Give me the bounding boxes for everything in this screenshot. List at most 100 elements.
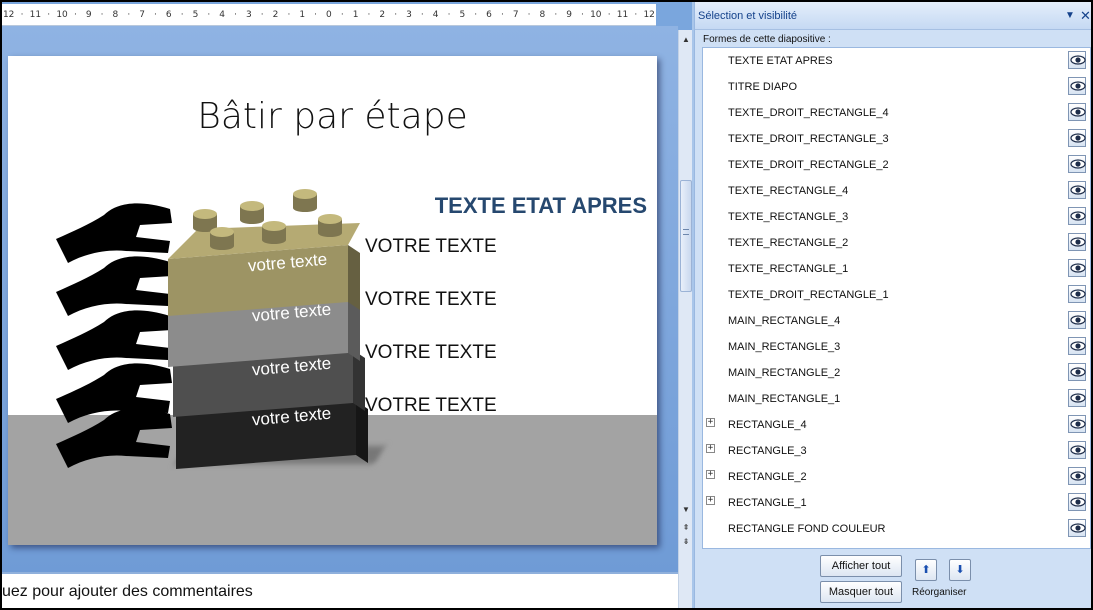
hand-silhouette	[56, 203, 172, 263]
ruler-tick: 6	[165, 10, 172, 20]
shape-row[interactable]: + RECTANGLE_3	[703, 438, 1089, 464]
ruler-tick: ·	[287, 10, 291, 20]
visibility-eye-icon[interactable]	[1068, 181, 1086, 199]
shape-row[interactable]: MAIN_RECTANGLE_4	[703, 308, 1089, 334]
visibility-eye-icon[interactable]	[1068, 259, 1086, 277]
expand-icon[interactable]: +	[706, 470, 715, 479]
ruler-tick: 0	[326, 10, 332, 20]
ruler-tick: 9	[566, 10, 572, 20]
visibility-eye-icon[interactable]	[1068, 519, 1086, 537]
shape-row[interactable]: + RECTANGLE_2	[703, 464, 1089, 490]
shape-row[interactable]: TEXTE_RECTANGLE_4	[703, 178, 1089, 204]
brick-stud	[193, 209, 217, 219]
visibility-eye-icon[interactable]	[1068, 311, 1086, 329]
visibility-eye-icon[interactable]	[1068, 389, 1086, 407]
slide-canvas[interactable]: Bâtir par étape TEXTE ETAT APRES votre t…	[8, 56, 657, 545]
vertical-scrollbar[interactable]: ▲ ▼ ⇞ ⇟	[678, 30, 692, 608]
pane-options-icon[interactable]: ▼	[1065, 10, 1075, 21]
brick-stud	[262, 236, 286, 244]
visibility-eye-icon[interactable]	[1068, 233, 1086, 251]
shape-row[interactable]: TEXTE_RECTANGLE_3	[703, 204, 1089, 230]
ruler-tick: 2	[379, 10, 386, 20]
shape-row[interactable]: + RECTANGLE_4	[703, 412, 1089, 438]
show-all-button[interactable]: Afficher tout	[820, 555, 902, 577]
previous-slide-icon[interactable]: ⇞	[680, 522, 692, 534]
visibility-eye-icon[interactable]	[1068, 285, 1086, 303]
visibility-eye-icon[interactable]	[1068, 129, 1086, 147]
hide-all-button[interactable]: Masquer tout	[820, 581, 902, 603]
shape-row[interactable]: + RECTANGLE_1	[703, 490, 1089, 516]
ruler-tick: ·	[314, 10, 318, 20]
reorder-label: Réorganiser	[912, 587, 967, 598]
scroll-up-icon[interactable]: ▲	[680, 34, 692, 46]
brick-stud	[293, 204, 317, 212]
selection-pane: Sélection et visibilité ▼ ✕ Formes de ce…	[694, 2, 1091, 608]
ruler-tick: 12	[643, 10, 655, 20]
visibility-eye-icon[interactable]	[1068, 103, 1086, 121]
expand-icon[interactable]: +	[706, 444, 715, 453]
shape-label: TEXTE_RECTANGLE_4	[728, 185, 849, 197]
ruler-tick: ·	[367, 10, 371, 20]
shape-label: RECTANGLE_4	[728, 419, 807, 431]
ruler-tick: 10	[56, 10, 68, 20]
ruler-tick: ·	[474, 10, 478, 20]
shape-row[interactable]: TEXTE_DROIT_RECTANGLE_4	[703, 100, 1089, 126]
visibility-eye-icon[interactable]	[1068, 441, 1086, 459]
side-text-3[interactable]: VOTRE TEXTE	[365, 289, 497, 311]
visibility-eye-icon[interactable]	[1068, 467, 1086, 485]
ruler-tick: 1	[352, 10, 359, 20]
ruler-tick: 9	[85, 10, 92, 20]
side-text-2[interactable]: VOTRE TEXTE	[365, 342, 497, 364]
shapes-label: Formes de cette diapositive :	[703, 34, 831, 45]
brick-stud	[240, 216, 264, 224]
shape-row[interactable]: RECTANGLE FOND COULEUR	[703, 516, 1089, 542]
visibility-eye-icon[interactable]	[1068, 415, 1086, 433]
shape-row[interactable]: TITRE DIAPO	[703, 74, 1089, 100]
shape-label: TEXTE_DROIT_RECTANGLE_4	[728, 107, 889, 119]
ruler-tick: ·	[20, 10, 24, 20]
slide-editor: 12 · 11 · 10 · 9 · 8 · 7 · 6 · 5 · 4 · 3 · 2 · 1 · 0 · 1 · 2 · 3 · 4 · 5 · 6…	[2, 2, 692, 608]
visibility-eye-icon[interactable]	[1068, 155, 1086, 173]
ruler-tick: ·	[154, 10, 157, 20]
shape-row[interactable]: TEXTE_DROIT_RECTANGLE_3	[703, 126, 1089, 152]
expand-icon[interactable]: +	[706, 496, 715, 505]
visibility-eye-icon[interactable]	[1068, 207, 1086, 225]
move-up-icon[interactable]: ⬆	[915, 559, 937, 581]
shape-row[interactable]: TEXTE ETAT APRES	[703, 48, 1089, 74]
ruler-tick: 7	[139, 10, 145, 20]
shape-row[interactable]: MAIN_RECTANGLE_1	[703, 386, 1089, 412]
move-down-icon[interactable]: ⬇	[949, 559, 971, 581]
visibility-eye-icon[interactable]	[1068, 51, 1086, 69]
shape-row[interactable]: TEXTE_RECTANGLE_2	[703, 230, 1089, 256]
shape-row[interactable]: TEXTE_DROIT_RECTANGLE_2	[703, 152, 1089, 178]
ruler-tick: 3	[245, 10, 252, 20]
shape-label: TITRE DIAPO	[728, 81, 798, 93]
ruler-tick: ·	[180, 10, 184, 20]
next-slide-icon[interactable]: ⇟	[680, 536, 692, 548]
expand-icon[interactable]: +	[706, 418, 715, 427]
horizontal-ruler: 12 · 11 · 10 · 9 · 8 · 7 · 6 · 5 · 4 · 3 · 2 · 1 · 0 · 1 · 2 · 3 · 4 · 5 · 6…	[2, 4, 656, 26]
scrollbar-thumb[interactable]	[680, 180, 692, 292]
ruler-tick: ·	[527, 10, 531, 20]
ruler-tick: ·	[234, 10, 237, 20]
notes-pane[interactable]: uez pour ajouter des commentaires	[2, 572, 678, 608]
ruler-tick: ·	[607, 10, 611, 20]
side-text-1[interactable]: VOTRE TEXTE	[365, 395, 497, 417]
shape-row[interactable]: TEXTE_RECTANGLE_1	[703, 256, 1089, 282]
lego-illustration[interactable]: votre textevotre textevotre textevotre t…	[8, 56, 657, 545]
scroll-down-icon[interactable]: ▼	[680, 504, 692, 516]
ruler-tick: 4	[219, 10, 226, 20]
side-text-4[interactable]: VOTRE TEXTE	[365, 236, 497, 258]
ruler-tick: ·	[260, 10, 264, 20]
visibility-eye-icon[interactable]	[1068, 363, 1086, 381]
visibility-eye-icon[interactable]	[1068, 337, 1086, 355]
brick-stud	[318, 229, 342, 237]
shape-label: TEXTE_RECTANGLE_2	[728, 237, 849, 249]
shape-row[interactable]: MAIN_RECTANGLE_3	[703, 334, 1089, 360]
shape-row[interactable]: MAIN_RECTANGLE_2	[703, 360, 1089, 386]
shape-row[interactable]: TEXTE_DROIT_RECTANGLE_1	[703, 282, 1089, 308]
close-icon[interactable]: ✕	[1080, 8, 1091, 24]
visibility-eye-icon[interactable]	[1068, 493, 1086, 511]
ruler-tick: ·	[554, 10, 558, 20]
visibility-eye-icon[interactable]	[1068, 77, 1086, 95]
